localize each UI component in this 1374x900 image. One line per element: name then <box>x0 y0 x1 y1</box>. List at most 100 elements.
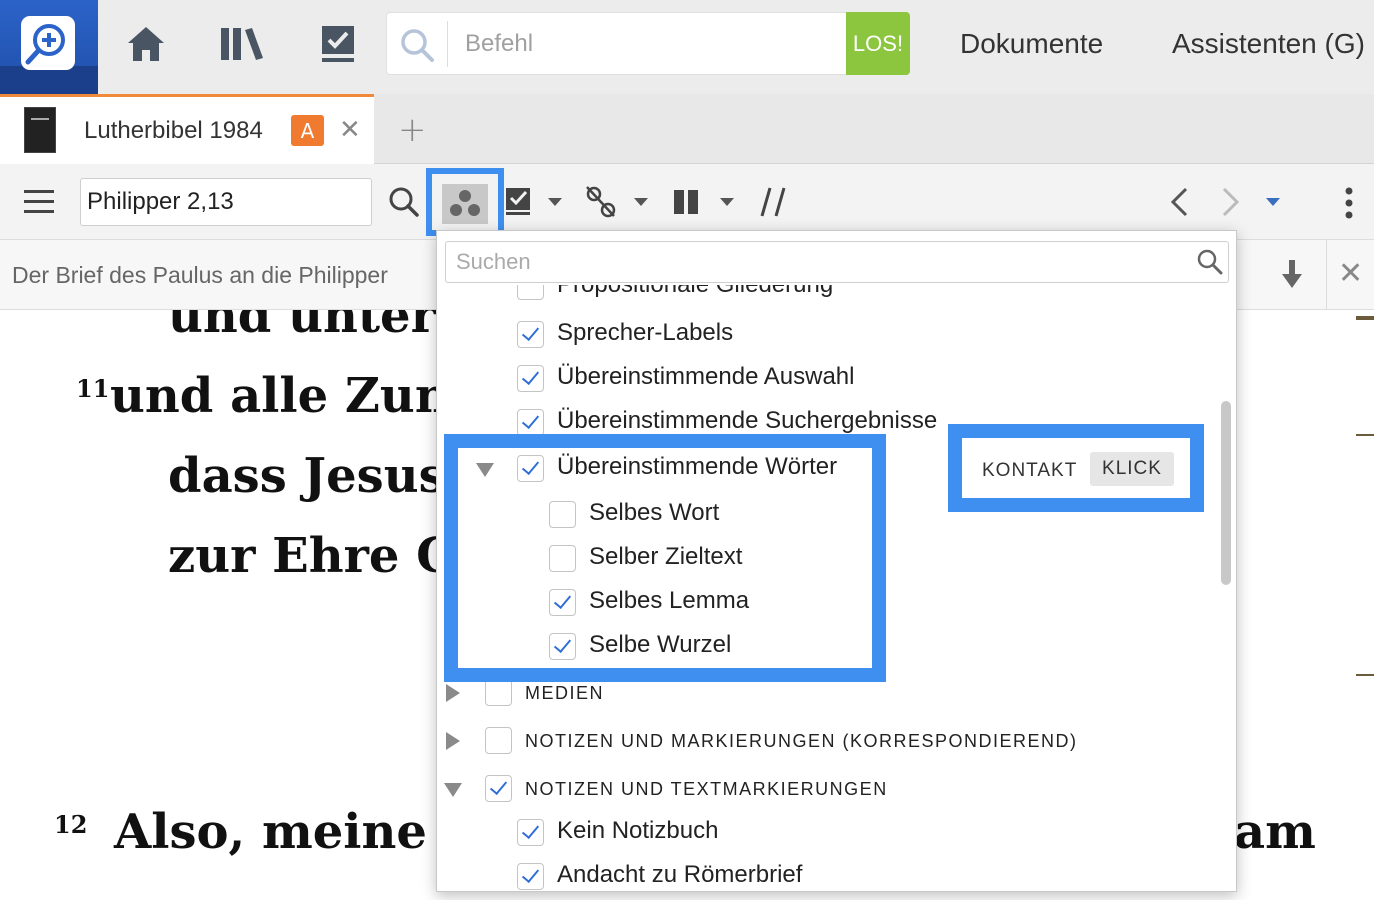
filter-checkbox[interactable] <box>485 679 512 706</box>
tasks-button[interactable] <box>312 18 364 70</box>
filter-item-uebereinstimmende-auswahl[interactable]: Übereinstimmende Auswahl <box>437 359 1217 399</box>
filter-label: Übereinstimmende Auswahl <box>557 363 855 390</box>
filter-item-selber-zieltext[interactable]: Selber Zieltext <box>437 539 1217 579</box>
expand-triangle-icon[interactable] <box>446 732 460 750</box>
add-tab-icon[interactable]: + <box>398 110 427 150</box>
filter-label: Selber Zieltext <box>589 543 743 570</box>
filter-checkbox[interactable] <box>517 285 544 300</box>
visual-filters-icon <box>450 190 480 216</box>
home-button[interactable] <box>120 18 172 70</box>
filter-label: Selbe Wurzel <box>589 631 732 658</box>
visual-filters-button[interactable] <box>426 168 504 236</box>
book-name: Der Brief des Paulus an die Philipper <box>12 262 388 288</box>
library-button[interactable] <box>216 18 268 70</box>
more-options-icon[interactable] <box>1342 186 1356 220</box>
highlight-checkbox-icon[interactable] <box>506 186 532 216</box>
filter-section-notizen-korrespondierend[interactable]: NOTIZEN UND MARKIERUNGEN (KORRESPONDIERE… <box>437 721 1217 761</box>
bible-line: Also, meine <box>114 804 427 860</box>
ruler-mark <box>1356 674 1374 676</box>
checklist-icon <box>322 26 354 62</box>
filter-label: Propositionale Gliederung <box>557 285 833 299</box>
filter-label: Sprecher-Labels <box>557 319 734 346</box>
contact-label: KONTAKT <box>982 460 1078 481</box>
forward-chevron-icon[interactable] <box>1220 186 1242 218</box>
library-icon <box>221 28 263 60</box>
filter-label: Selbes Wort <box>589 499 720 526</box>
top-bar: LOS! Dokumente Assistenten (G) <box>0 0 1374 94</box>
filter-checkbox[interactable] <box>517 321 544 348</box>
verse-number: 12 <box>54 810 88 839</box>
logos-logo[interactable] <box>0 0 98 94</box>
filter-label: Übereinstimmende Wörter <box>557 453 838 480</box>
highlight-dropdown-icon[interactable] <box>548 198 562 206</box>
command-divider <box>447 21 448 67</box>
filter-checkbox[interactable] <box>485 775 512 802</box>
filter-checkbox[interactable] <box>517 365 544 392</box>
filter-section-label: MEDIEN <box>525 683 605 703</box>
columns-icon[interactable] <box>674 188 700 216</box>
contact-callout: KONTAKT KLICK <box>948 424 1204 512</box>
filter-section-label: NOTIZEN UND TEXTMARKIERUNGEN <box>525 779 888 799</box>
ruler-mark <box>1356 434 1374 436</box>
collapse-triangle-icon[interactable] <box>476 463 494 477</box>
filter-label: Selbes Lemma <box>589 587 750 614</box>
assistants-menu[interactable]: Assistenten (G) <box>1172 28 1365 60</box>
dropdown-scrollbar[interactable] <box>1221 401 1231 585</box>
filter-item-kein-notizbuch[interactable]: Kein Notizbuch <box>437 813 1217 853</box>
filter-section-label: NOTIZEN UND MARKIERUNGEN (KORRESPONDIERE… <box>525 731 1078 751</box>
tab-lutherbibel[interactable]: Lutherbibel 1984 A ✕ <box>0 94 374 164</box>
filter-section-medien[interactable]: MEDIEN <box>437 673 1217 713</box>
filter-checkbox[interactable] <box>549 633 576 660</box>
go-button[interactable]: LOS! <box>846 12 910 75</box>
command-box: LOS! <box>386 12 910 75</box>
close-header-icon[interactable]: ✕ <box>1338 256 1363 291</box>
filter-label: Übereinstimmende Suchergebnisse <box>557 407 938 434</box>
home-icon <box>128 27 164 61</box>
click-button[interactable]: KLICK <box>1090 452 1174 486</box>
link-symbol-icon[interactable] <box>584 184 620 220</box>
filter-checkbox[interactable] <box>517 409 544 436</box>
filter-item-sprecher-labels[interactable]: Sprecher-Labels <box>437 315 1217 355</box>
filter-checkbox[interactable] <box>517 819 544 846</box>
filter-checkbox[interactable] <box>517 455 544 482</box>
reference-search-icon[interactable] <box>388 186 420 218</box>
filter-checkbox[interactable] <box>549 545 576 572</box>
tab-strip: Lutherbibel 1984 A ✕ + <box>0 94 1374 164</box>
filter-checkbox[interactable] <box>485 727 512 754</box>
expand-triangle-icon[interactable] <box>446 684 460 702</box>
filter-checkbox[interactable] <box>549 501 576 528</box>
panel-menu-icon[interactable] <box>24 188 56 216</box>
parallel-icon[interactable] <box>760 186 788 218</box>
filter-label: Kein Notizbuch <box>557 817 719 844</box>
tab-badge: A <box>291 115 324 146</box>
search-icon <box>401 29 434 62</box>
filter-list: Propositionale Gliederung Sprecher-Label… <box>437 285 1236 891</box>
filter-checkbox[interactable] <box>517 863 544 890</box>
back-chevron-icon[interactable] <box>1168 186 1190 218</box>
filter-item-andacht-roemerbrief[interactable]: Andacht zu Römerbrief <box>437 857 1217 891</box>
collapse-triangle-icon[interactable] <box>444 783 462 797</box>
filter-item-selbes-lemma[interactable]: Selbes Lemma <box>437 583 1217 623</box>
link-dropdown-icon[interactable] <box>634 198 648 206</box>
filter-search-icon[interactable] <box>1197 249 1223 275</box>
filter-item-propositionale-gliederung[interactable]: Propositionale Gliederung <box>437 285 1217 307</box>
logo-search-plus-icon <box>25 24 65 65</box>
reference-input[interactable] <box>80 178 372 226</box>
columns-dropdown-icon[interactable] <box>720 198 734 206</box>
ruler-mark <box>1356 316 1374 320</box>
verse-number: 11 <box>76 374 110 403</box>
filter-item-selbe-wurzel[interactable]: Selbe Wurzel <box>437 627 1217 667</box>
down-arrow-icon[interactable] <box>1280 258 1304 294</box>
command-input[interactable] <box>465 25 835 63</box>
bible-line: und alle Zung <box>110 368 484 424</box>
bible-line: am <box>1234 804 1316 860</box>
documents-menu[interactable]: Dokumente <box>960 28 1103 60</box>
filter-search-input[interactable] <box>445 241 1229 283</box>
filter-checkbox[interactable] <box>549 589 576 616</box>
visual-filters-dropdown: Propositionale Gliederung Sprecher-Label… <box>436 230 1237 892</box>
tab-title: Lutherbibel 1984 <box>84 117 263 144</box>
filter-section-notizen-textmarkierungen[interactable]: NOTIZEN UND TEXTMARKIERUNGEN <box>437 769 1217 809</box>
history-dropdown-icon[interactable] <box>1266 198 1280 206</box>
logo-stripe <box>0 66 98 94</box>
close-tab-icon[interactable]: ✕ <box>339 115 361 145</box>
